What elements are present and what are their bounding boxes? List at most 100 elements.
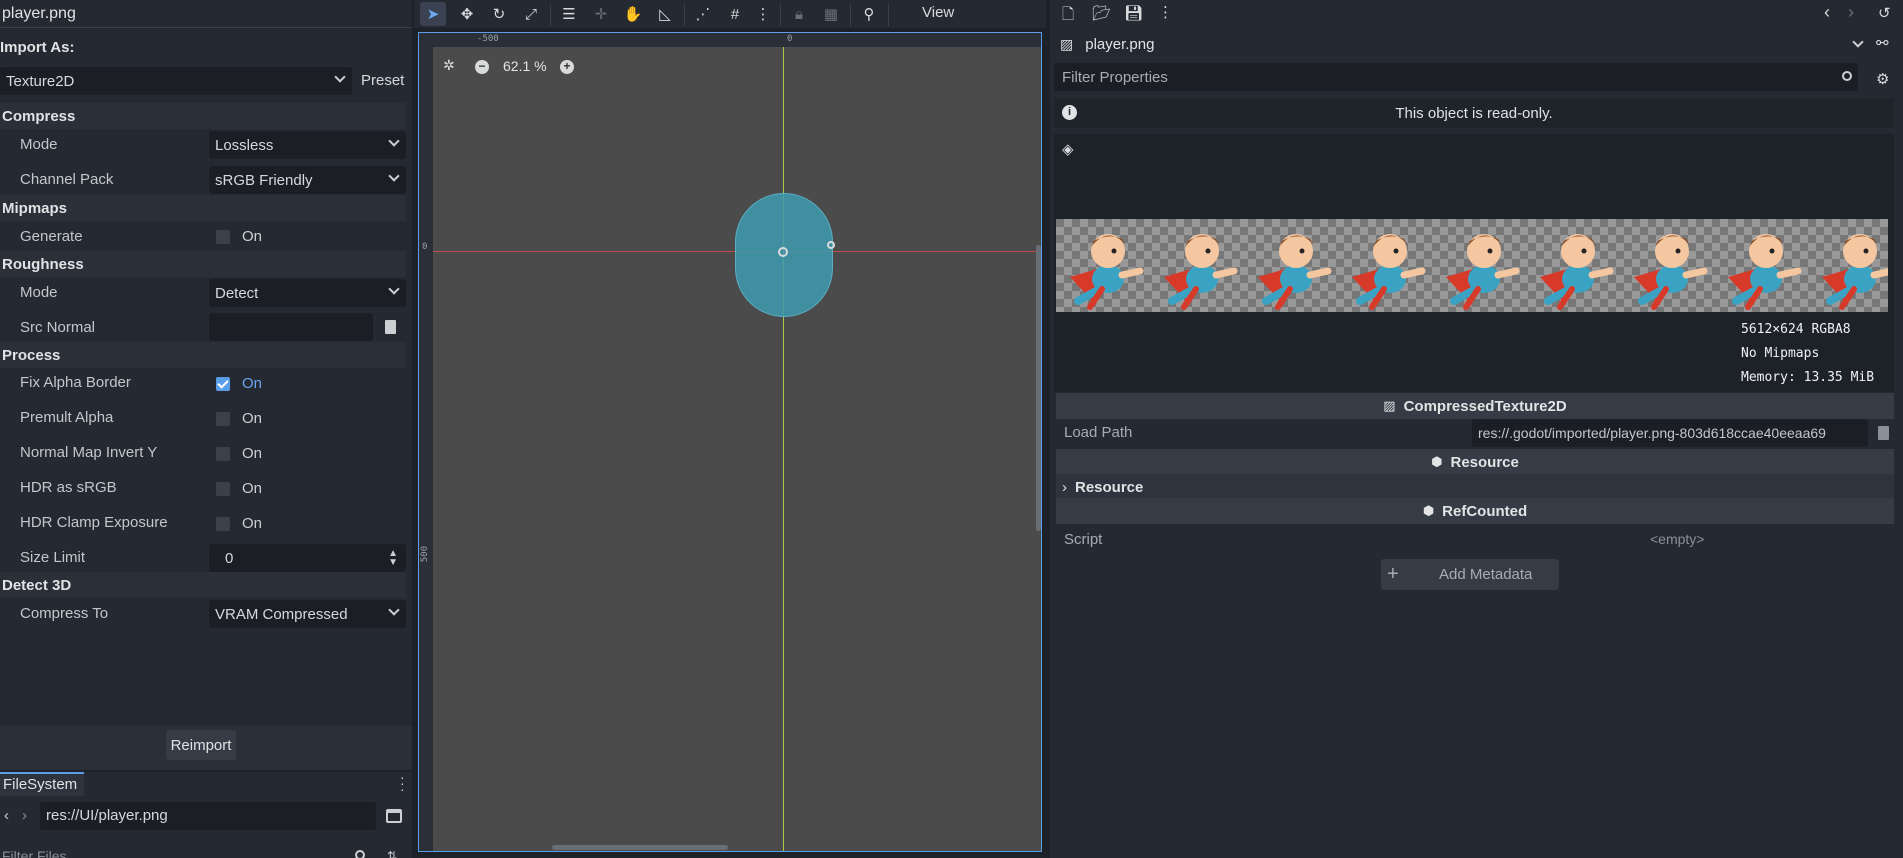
zoom-in-icon[interactable]: + [560, 60, 574, 74]
pan-tool-icon[interactable]: ✋ [620, 2, 646, 26]
compress-mode-label: Mode [20, 136, 58, 153]
channel-pack-select[interactable]: sRGB Friendly [209, 166, 406, 194]
property-options-icon[interactable]: ⚙ [1876, 70, 1889, 88]
back-icon[interactable]: ‹ [4, 807, 9, 824]
texture-size-info: 5612×624 RGBA8 [1741, 322, 1851, 337]
load-path-label: Load Path [1064, 424, 1133, 441]
group-icon[interactable]: ▦ [818, 2, 844, 26]
y-axis-line [783, 47, 784, 851]
channels-icon[interactable]: ◈ [1062, 140, 1074, 158]
reimport-button[interactable]: Reimport [166, 730, 236, 760]
object-properties-icon[interactable]: ⚯ [1876, 34, 1889, 52]
ruler-label: 500 [420, 546, 430, 563]
checkbox-unchecked-icon [216, 516, 230, 531]
forward-icon[interactable]: › [22, 807, 27, 824]
fix-alpha-checkbox[interactable]: On [216, 375, 262, 392]
ruler-tool-icon[interactable]: ◺ [652, 2, 678, 26]
preset-button[interactable]: Preset [361, 72, 404, 89]
history-back-icon[interactable]: ‹ [1824, 2, 1830, 23]
chevron-right-icon: › [1062, 478, 1067, 496]
resize-handle[interactable] [827, 241, 835, 249]
select-tool-icon[interactable]: ➤ [420, 2, 446, 26]
lock-icon[interactable]: 🔒︎ [786, 2, 812, 26]
path-field[interactable]: res://UI/player.png [40, 802, 376, 830]
section-roughness: Roughness [0, 251, 406, 277]
chevron-down-icon [388, 604, 400, 616]
file-icon[interactable] [1878, 426, 1889, 440]
header-label: Resource [1450, 453, 1519, 471]
section-label: Resource [1075, 478, 1144, 496]
add-icon: + [1387, 563, 1399, 585]
save-resource-icon[interactable]: 💾︎ [1124, 4, 1143, 22]
center-view-icon[interactable]: ✲ [443, 57, 455, 74]
pivot-handle[interactable] [778, 247, 788, 257]
zoom-out-icon[interactable]: − [475, 60, 489, 74]
load-path-value: res://.godot/imported/player.png-803d618… [1478, 425, 1826, 441]
section-compress: Compress [0, 103, 406, 129]
script-value[interactable]: <empty> [1650, 531, 1704, 547]
normal-map-checkbox[interactable]: On [216, 445, 262, 462]
bone-tool-icon[interactable]: ⚲ [856, 2, 882, 26]
size-limit-value: 0 [225, 549, 234, 567]
resource-selector[interactable]: ▨ player.png [1054, 30, 1866, 58]
view-menu[interactable]: View [922, 4, 954, 21]
file-icon[interactable] [385, 320, 396, 334]
compress-to-select[interactable]: VRAM Compressed [209, 600, 406, 628]
vertical-scrollbar[interactable] [1036, 245, 1041, 531]
add-metadata-label: Add Metadata [1439, 566, 1533, 583]
snap-options-icon[interactable]: ⋮ [750, 2, 776, 26]
tab-filesystem[interactable]: FileSystem [0, 772, 84, 796]
generate-label: Generate [20, 228, 83, 245]
roughness-mode-label: Mode [20, 284, 58, 301]
search-icon [1842, 71, 1852, 81]
size-limit-spinbox[interactable]: 0 ▲ ▼ [209, 544, 406, 572]
src-normal-label: Src Normal [20, 319, 96, 336]
filter-files-input[interactable]: Filter Files [2, 848, 67, 858]
more-icon[interactable]: · · · [400, 770, 405, 796]
premult-checkbox[interactable]: On [216, 410, 262, 427]
move-tool-icon[interactable]: ✥ [454, 2, 480, 26]
load-path-field: res://.godot/imported/player.png-803d618… [1472, 419, 1868, 447]
refcounted-header: ⬢ RefCounted [1056, 498, 1894, 524]
more-icon[interactable]: ⋮ [1158, 3, 1173, 21]
chevron-down-icon [334, 71, 346, 83]
add-metadata-button[interactable]: + Add Metadata [1381, 559, 1559, 590]
generate-checkbox[interactable]: On [216, 228, 262, 245]
horizontal-scrollbar[interactable] [552, 845, 728, 850]
scale-tool-icon[interactable]: ⤢ [518, 2, 544, 26]
list-select-icon[interactable]: ☰ [556, 2, 582, 26]
zoom-level[interactable]: 62.1 % [503, 58, 547, 74]
ruler-label: 0 [787, 34, 793, 44]
hdr-srgb-checkbox[interactable]: On [216, 480, 262, 497]
header-label: RefCounted [1442, 502, 1528, 520]
filesystem-dock: FileSystem · · · ‹ › res://UI/player.png F… [0, 770, 412, 858]
horizontal-ruler [419, 33, 1041, 47]
ruler-label: 0 [422, 242, 428, 252]
history-icon[interactable]: ↺ [1878, 4, 1891, 22]
rotate-tool-icon[interactable]: ↻ [486, 2, 512, 26]
canvas-viewport[interactable]: -500 0 0 500 ✲ − 62.1 % + [418, 32, 1042, 852]
sort-icon[interactable]: ⇅ [387, 849, 397, 858]
sprite-frame [1540, 234, 1610, 307]
split-view-icon[interactable] [386, 809, 402, 823]
resource-section[interactable]: › Resource [1056, 474, 1894, 500]
smart-snap-icon[interactable]: ⋰ [690, 2, 716, 26]
filter-placeholder: Filter Properties [1062, 69, 1168, 86]
grid-snap-icon[interactable]: # [722, 2, 748, 26]
compress-mode-select[interactable]: Lossless [209, 131, 406, 159]
texture-icon: ▨ [1383, 398, 1396, 413]
sprite-frames [1070, 219, 1888, 312]
filter-properties-input[interactable]: Filter Properties [1054, 63, 1858, 91]
checkbox-unchecked-icon [216, 229, 230, 244]
import-type-select[interactable]: Texture2D [0, 67, 352, 95]
open-resource-icon[interactable]: 📂︎ [1092, 4, 1111, 22]
src-normal-field[interactable] [209, 313, 373, 341]
hdr-clamp-checkbox[interactable]: On [216, 515, 262, 532]
new-resource-icon[interactable]: 🗋︎ [1062, 4, 1074, 29]
section-detect3d: Detect 3D [0, 572, 406, 598]
pivot-tool-icon[interactable]: ✛ [588, 2, 614, 26]
size-limit-label: Size Limit [20, 549, 86, 566]
roughness-mode-select[interactable]: Detect [209, 279, 406, 307]
spin-arrows-icon[interactable]: ▲ ▼ [388, 549, 398, 568]
history-forward-icon[interactable]: › [1848, 2, 1854, 23]
